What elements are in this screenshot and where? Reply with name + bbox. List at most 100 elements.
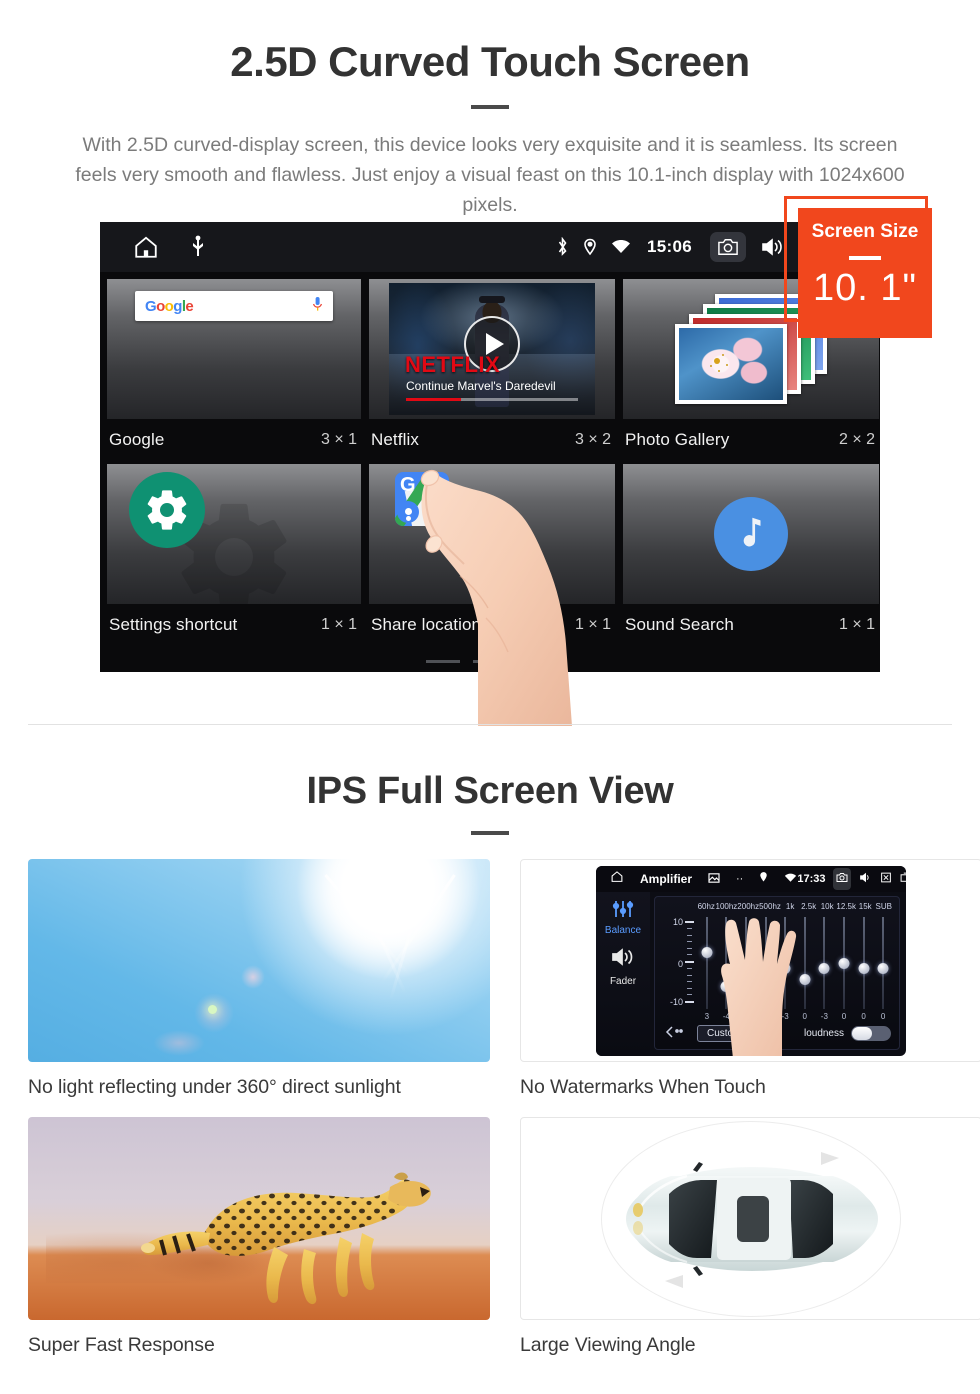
status-bar-clock: 15:06: [647, 237, 692, 256]
google-logo: Google: [145, 297, 194, 315]
page-dot-active[interactable]: [520, 660, 554, 663]
widget-size: 3 × 2: [574, 431, 611, 448]
amplifier-side-tabs: Balance Fader: [596, 891, 650, 1056]
badge-title: Screen Size: [811, 221, 919, 242]
camera-icon[interactable]: [833, 867, 852, 890]
feature-caption: Super Fast Response: [28, 1334, 215, 1356]
netflix-continue-label: Continue Marvel's Daredevil: [406, 379, 556, 393]
home-icon[interactable]: [610, 870, 624, 888]
widget-cell-google[interactable]: Google Google 3 × 1: [103, 275, 365, 460]
music-note-icon[interactable]: [714, 496, 788, 571]
gain-scale: 10 0 -10: [661, 916, 695, 1007]
amplifier-status-bar: Amplifier ·· 17:33: [596, 865, 906, 892]
home-icon[interactable]: [132, 234, 160, 260]
prev-preset-icon[interactable]: [665, 1025, 683, 1043]
widget-label: Sound Search: [625, 614, 734, 634]
feature-grid: No light reflecting under 360° direct su…: [0, 859, 980, 1379]
gain-value: 0: [861, 1011, 866, 1021]
widget-label: Netflix: [371, 430, 419, 449]
section2-title: IPS Full Screen View: [306, 770, 674, 812]
badge-value: 10. 1": [812, 267, 917, 309]
section-curved-touch-screen: 2.5D Curved Touch Screen With 2.5D curve…: [0, 0, 980, 726]
eq-slider[interactable]: [873, 916, 893, 1009]
badge-divider: [849, 256, 881, 260]
open-hand-illustration: [721, 917, 797, 1056]
netflix-widget[interactable]: NETFLIX Continue Marvel's Daredevil: [369, 279, 615, 419]
wifi-icon: [784, 870, 797, 888]
blue-sky-sun-glare-image: [28, 859, 490, 1062]
location-icon: [583, 238, 597, 256]
widget-cell-settings-shortcut[interactable]: Settings shortcut 1 × 1: [103, 460, 365, 645]
scale-label-max: 10: [672, 916, 683, 927]
page-indicator[interactable]: [100, 660, 880, 663]
recent-apps-icon[interactable]: [900, 870, 906, 888]
running-cheetah-image: [28, 1117, 490, 1320]
more-icon[interactable]: ··: [736, 873, 743, 885]
feature-cell-viewing-angle: Large Viewing Angle: [520, 1117, 980, 1357]
progress-bar: [406, 398, 578, 401]
google-search-widget[interactable]: Google: [107, 279, 361, 419]
amplifier-title: Amplifier: [640, 871, 693, 886]
device-screen-mock: 15:06 Google Google 3 × 1 NETFLIX Contin…: [100, 222, 880, 672]
bluetooth-icon: [556, 237, 569, 257]
title-underline: [471, 105, 509, 110]
volume-icon[interactable]: [760, 237, 784, 257]
camera-icon[interactable]: [710, 232, 746, 262]
sound-search-widget[interactable]: [623, 463, 879, 604]
amplifier-screenshot-frame: Amplifier ·· 17:33 Balance Fader 60hz 10…: [520, 859, 980, 1062]
widget-label: Settings shortcut: [109, 614, 238, 634]
equalizer-sliders-icon[interactable]: [611, 900, 635, 923]
band-label: 100hz: [715, 901, 738, 911]
widget-grid: Google Google 3 × 1 NETFLIX Continue Mar…: [100, 272, 880, 644]
widget-size: 2 × 2: [838, 431, 875, 448]
page-dot[interactable]: [473, 660, 507, 663]
widget-cell-share-location[interactable]: G Share location 1 × 1: [365, 460, 619, 645]
volume-icon[interactable]: [859, 870, 872, 888]
widget-size: 3 × 1: [320, 431, 357, 448]
scale-label-mid: 0: [677, 958, 683, 969]
feature-caption: No light reflecting under 360° direct su…: [28, 1076, 401, 1098]
eq-slider[interactable]: [834, 916, 854, 1009]
band-label: 200hz: [737, 901, 760, 911]
car-top-view-image: [520, 1117, 980, 1320]
gear-icon[interactable]: [129, 471, 205, 548]
amplifier-tab-fader[interactable]: Fader: [610, 976, 636, 987]
microphone-icon[interactable]: [312, 296, 323, 317]
widget-label: Share location: [371, 614, 482, 634]
band-label: 15k: [858, 901, 872, 911]
widget-cell-netflix[interactable]: NETFLIX Continue Marvel's Daredevil Netf…: [365, 275, 619, 460]
loudness-toggle[interactable]: [851, 1026, 891, 1041]
section2-title-underline: [471, 831, 509, 835]
amplifier-tab-balance[interactable]: Balance: [605, 925, 641, 936]
feature-caption: Large Viewing Angle: [520, 1334, 696, 1356]
feature-caption: No Watermarks When Touch: [520, 1076, 766, 1098]
widget-cell-sound-search[interactable]: Sound Search 1 × 1: [619, 460, 880, 645]
frequency-band-labels: 60hz 100hz 200hz 500hz 1k 2.5k 10k 12.5k…: [697, 902, 893, 911]
location-icon: [759, 870, 768, 888]
wifi-icon: [611, 239, 631, 255]
share-location-widget[interactable]: G: [369, 463, 615, 604]
google-maps-icon[interactable]: G: [395, 471, 449, 526]
widget-size: 1 × 1: [320, 615, 357, 633]
amplifier-clock: 17:33: [797, 872, 826, 885]
widget-size: 1 × 1: [838, 615, 875, 633]
widget-label: Photo Gallery: [625, 430, 730, 449]
cherry-blossom-photo: [675, 324, 787, 404]
gain-value: 0: [880, 1011, 886, 1021]
band-label: 1k: [785, 901, 795, 911]
android-screen: 15:06 Google Google 3 × 1 NETFLIX Contin…: [100, 222, 880, 672]
band-label: SUB: [875, 901, 892, 911]
band-label: 10k: [820, 901, 834, 911]
settings-shortcut-widget[interactable]: [107, 463, 361, 604]
speaker-icon[interactable]: [610, 947, 636, 972]
close-box-icon[interactable]: [880, 870, 892, 888]
band-label: 500hz: [759, 901, 781, 911]
gallery-icon[interactable]: [708, 870, 720, 888]
band-label: 60hz: [697, 901, 715, 911]
eq-slider[interactable]: [854, 916, 874, 1009]
gain-value: 0: [841, 1011, 847, 1021]
page-dot[interactable]: [426, 660, 460, 663]
usb-icon: [190, 235, 206, 259]
search-input[interactable]: Google: [135, 291, 333, 321]
feature-cell-fast-response: Super Fast Response: [28, 1117, 490, 1357]
